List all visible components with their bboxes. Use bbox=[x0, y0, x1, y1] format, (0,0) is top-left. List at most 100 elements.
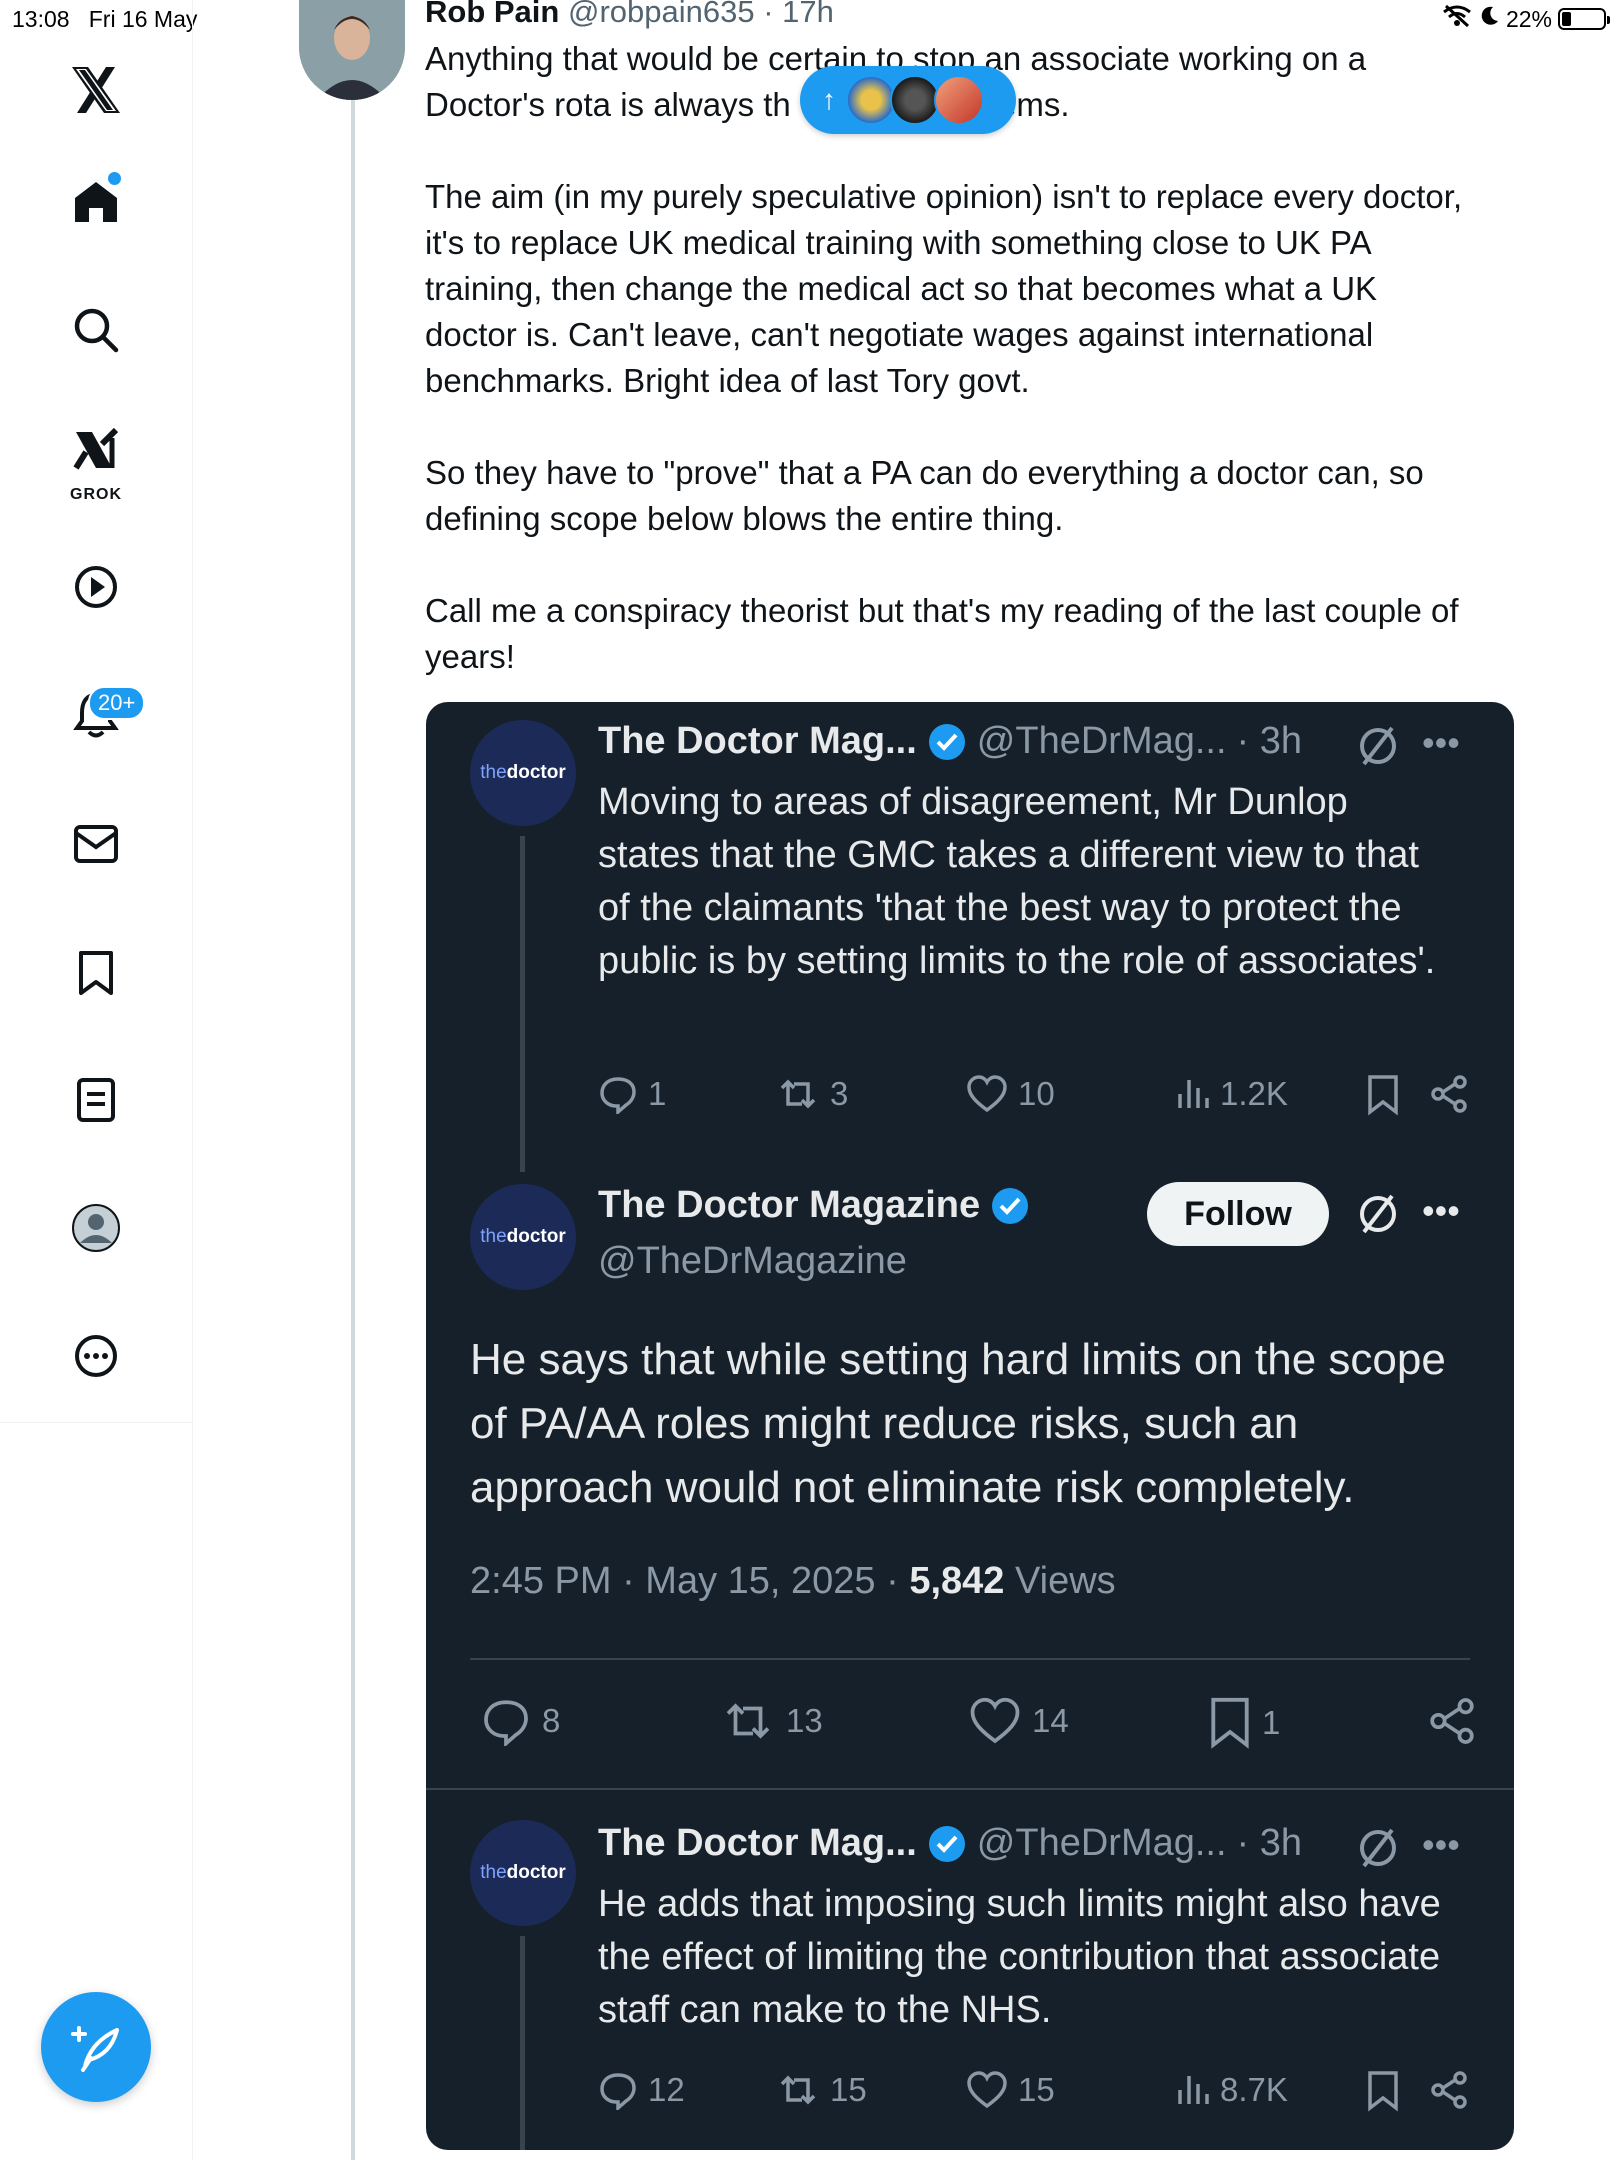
reply-button[interactable]: 12 bbox=[598, 2070, 685, 2110]
reply-icon bbox=[600, 1077, 636, 1114]
follow-button[interactable]: Follow bbox=[1147, 1182, 1329, 1246]
tweet3-actions: 12 15 15 8.7K bbox=[598, 2070, 1478, 2120]
grok-icon[interactable] bbox=[72, 428, 120, 472]
lists-icon[interactable] bbox=[76, 1077, 116, 1123]
doctor-magazine-avatar[interactable]: the doctor bbox=[470, 1820, 576, 1926]
bookmark-button[interactable] bbox=[1366, 2070, 1400, 2112]
tweet1-author-name[interactable]: The Doctor Mag... bbox=[598, 720, 917, 763]
home-notification-dot bbox=[108, 172, 121, 185]
bookmark-icon bbox=[1368, 2071, 1398, 2112]
views-icon bbox=[1178, 1080, 1209, 1108]
tweet1-header: The Doctor Mag... @TheDrMag... · 3h bbox=[598, 720, 1302, 763]
bookmark-icon bbox=[1211, 1697, 1249, 1749]
new-post-avatar bbox=[890, 75, 940, 125]
tweet3-time: · 3h bbox=[1236, 1822, 1303, 1864]
heart-icon bbox=[967, 2071, 1007, 2109]
tweet1-time: · 3h bbox=[1236, 720, 1303, 762]
notifications-badge: 20+ bbox=[88, 686, 146, 720]
arrow-up-icon: ↑ bbox=[822, 84, 836, 115]
grok-slash-icon[interactable] bbox=[1356, 1826, 1400, 1875]
tweet1-body: Moving to areas of disagreement, Mr Dunl… bbox=[598, 781, 1436, 982]
tweet2-header: The Doctor Magazine bbox=[598, 1184, 1030, 1227]
share-icon bbox=[1431, 2071, 1467, 2109]
tweet2-author-name[interactable]: The Doctor Magazine bbox=[598, 1184, 980, 1227]
repost-button[interactable]: 3 bbox=[776, 1074, 848, 1114]
divider bbox=[426, 1788, 1514, 1790]
new-posts-button[interactable]: ↑ bbox=[800, 66, 1016, 134]
tweet3-author-name[interactable]: The Doctor Mag... bbox=[598, 1822, 917, 1865]
reply-thread-line bbox=[520, 1936, 525, 2150]
heart-icon bbox=[970, 1697, 1020, 1744]
battery-percent: 22% bbox=[1505, 5, 1552, 32]
doctor-magazine-avatar[interactable]: the doctor bbox=[470, 1184, 576, 1290]
bookmark-button[interactable] bbox=[1366, 1074, 1400, 1116]
reply-icon bbox=[484, 1700, 528, 1746]
messages-icon[interactable] bbox=[73, 824, 119, 864]
author-name[interactable]: Rob Pain bbox=[425, 0, 559, 29]
share-button[interactable] bbox=[1426, 1696, 1478, 1746]
views-button[interactable]: 1.2K bbox=[1176, 1074, 1288, 1114]
more-options-icon[interactable]: ••• bbox=[1422, 1190, 1460, 1232]
author-avatar[interactable] bbox=[299, 0, 405, 100]
battery-icon bbox=[1558, 8, 1610, 30]
like-button[interactable]: 14 bbox=[968, 1696, 1069, 1746]
reply-thread-line bbox=[520, 836, 525, 1172]
repost-icon bbox=[780, 2075, 816, 2105]
profile-avatar-icon[interactable] bbox=[71, 1203, 121, 1253]
grok-label: GROK bbox=[70, 486, 122, 503]
reply-icon bbox=[600, 2073, 636, 2110]
verified-badge-icon bbox=[992, 1187, 1029, 1224]
wifi-off-icon bbox=[1442, 4, 1472, 34]
tweet2-handle-row: @TheDrMagazine bbox=[598, 1240, 907, 1283]
share-button[interactable] bbox=[1428, 1074, 1470, 1114]
repost-button[interactable]: 15 bbox=[776, 2070, 867, 2110]
bookmark-button[interactable]: 1 bbox=[1208, 1696, 1280, 1750]
repost-button[interactable]: 13 bbox=[720, 1696, 823, 1746]
compose-feather-icon bbox=[71, 2026, 119, 2072]
tweet2-actions: 8 13 14 1 bbox=[470, 1696, 1474, 1749]
x-logo-icon[interactable] bbox=[70, 65, 122, 115]
reply-button[interactable]: 1 bbox=[598, 1074, 666, 1114]
grok-slash-icon[interactable] bbox=[1356, 1192, 1400, 1241]
tweet2-body: He says that while setting hard limits o… bbox=[470, 1335, 1446, 1512]
like-button[interactable]: 10 bbox=[966, 1074, 1055, 1114]
like-button[interactable]: 15 bbox=[966, 2070, 1055, 2110]
more-icon[interactable] bbox=[73, 1333, 119, 1379]
home-icon[interactable] bbox=[73, 180, 119, 224]
tweet3-handle[interactable]: @TheDrMag... bbox=[977, 1822, 1227, 1865]
more-options-icon[interactable]: ••• bbox=[1422, 722, 1460, 764]
share-icon bbox=[1430, 1698, 1474, 1744]
tweet2-meta: 2:45 PM · May 15, 2025 · 5,842 Views bbox=[470, 1560, 1116, 1602]
views-button[interactable]: 8.7K bbox=[1176, 2070, 1288, 2110]
reply-button[interactable]: 8 bbox=[480, 1696, 560, 1746]
grok-slash-icon[interactable] bbox=[1356, 724, 1400, 773]
bookmarks-icon[interactable] bbox=[77, 950, 115, 996]
divider bbox=[470, 1658, 1470, 1660]
repost-icon bbox=[726, 1703, 770, 1739]
search-icon[interactable] bbox=[73, 307, 119, 353]
new-post-avatar bbox=[934, 75, 984, 125]
embedded-thread-card[interactable]: the doctor The Doctor Mag... @TheDrMag...… bbox=[426, 702, 1514, 2150]
share-button[interactable] bbox=[1428, 2070, 1470, 2110]
views-icon bbox=[1178, 2076, 1209, 2104]
tweet3-header: The Doctor Mag... @TheDrMag... · 3h bbox=[598, 1822, 1302, 1865]
status-bar-right: 22% bbox=[1442, 4, 1610, 34]
author-handle[interactable]: @robpain635 bbox=[568, 0, 755, 29]
moon-icon bbox=[1478, 5, 1500, 33]
tweet3-body: He adds that imposing such limits might … bbox=[598, 1883, 1441, 2031]
verified-badge-icon bbox=[928, 723, 965, 760]
tweet1-handle[interactable]: @TheDrMag... bbox=[977, 720, 1227, 763]
verified-badge-icon bbox=[928, 1825, 965, 1862]
more-options-icon[interactable]: ••• bbox=[1422, 1824, 1460, 1866]
tweet2-handle[interactable]: @TheDrMagazine bbox=[598, 1240, 907, 1283]
new-post-avatar bbox=[846, 75, 896, 125]
doctor-magazine-avatar[interactable]: the doctor bbox=[470, 720, 576, 826]
tweet1-actions: 1 3 10 1.2K bbox=[598, 1074, 1478, 1124]
tweet-header: Rob Pain @robpain635 · 17h bbox=[425, 0, 834, 30]
video-play-icon[interactable] bbox=[73, 564, 119, 610]
share-icon bbox=[1431, 1075, 1467, 1113]
compose-post-button[interactable] bbox=[41, 1992, 151, 2102]
heart-icon bbox=[967, 1075, 1007, 1113]
bookmark-icon bbox=[1368, 1075, 1398, 1116]
thread-line bbox=[351, 100, 355, 2160]
